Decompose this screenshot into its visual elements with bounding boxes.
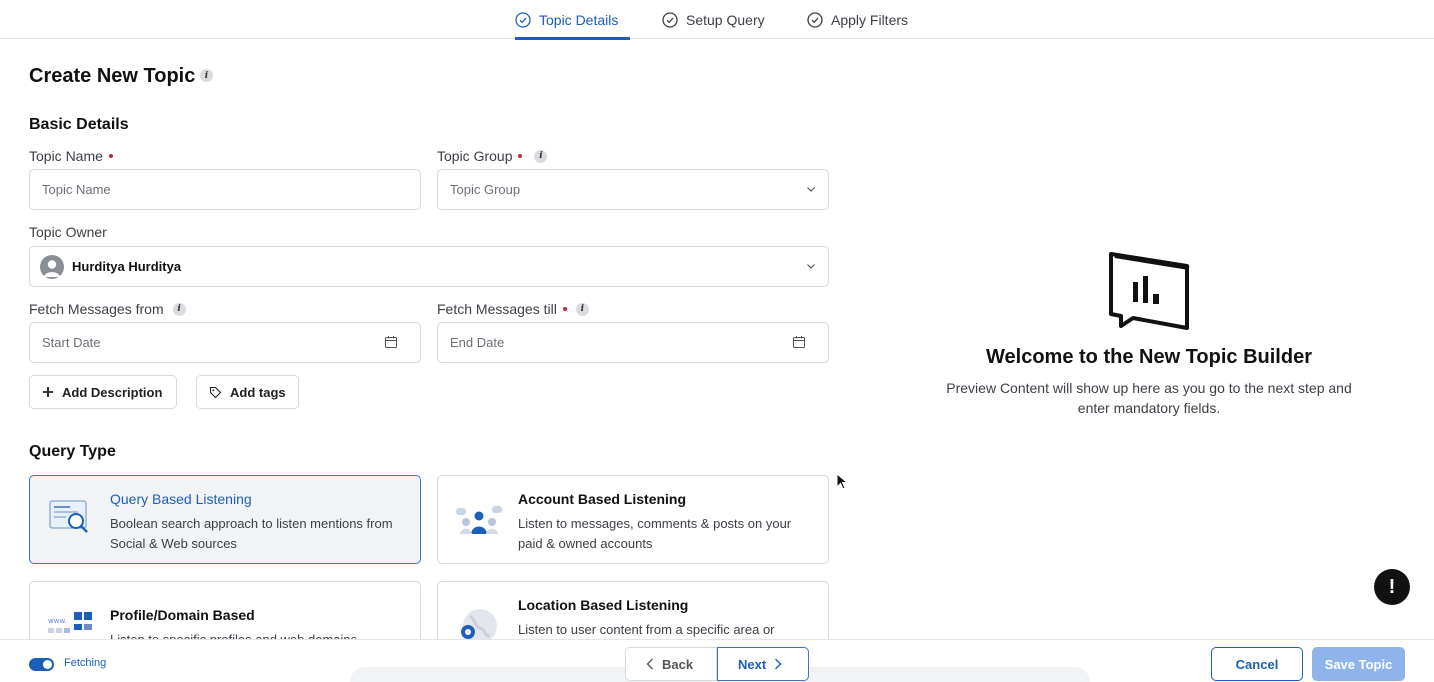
stepper: Topic Details Setup Query Apply Filters (0, 0, 1434, 40)
card-title: Account Based Listening (518, 491, 687, 507)
check-circle-icon (662, 11, 678, 28)
card-title: Location Based Listening (518, 597, 689, 613)
mouse-cursor-icon (836, 473, 848, 490)
web-domain-icon: www. (48, 612, 92, 633)
svg-text:www.: www. (48, 617, 67, 625)
topic-owner-value: Hurditya Hurditya (72, 259, 182, 274)
topic-group-label: Topic Group i (437, 148, 548, 164)
card-description: Listen to specific profiles and web doma… (110, 630, 410, 639)
start-date-placeholder: Start Date (42, 335, 101, 350)
account-based-listening-card[interactable]: Account Based Listening Listen to messag… (437, 475, 829, 564)
check-circle-icon (515, 11, 531, 28)
fetch-till-label: Fetch Messages till i (437, 301, 589, 317)
next-button[interactable]: Next (717, 647, 809, 681)
calendar-icon[interactable] (792, 335, 806, 349)
topic-owner-select[interactable]: Hurditya Hurditya (29, 246, 829, 287)
query-type-title: Query Type (29, 443, 116, 460)
topic-name-input[interactable] (42, 182, 408, 197)
save-topic-button[interactable]: Save Topic (1312, 647, 1405, 681)
required-dot (108, 154, 113, 158)
button-label: Add tags (230, 384, 286, 400)
topic-name-label: Topic Name (29, 148, 113, 164)
button-label: Add Description (62, 384, 163, 400)
step-navigation: Back Next (625, 647, 809, 681)
calendar-icon[interactable] (384, 335, 398, 349)
step-label: Apply Filters (831, 11, 909, 28)
profile-domain-based-card[interactable]: www. Profile/Domain Based Listen to spec… (29, 581, 421, 639)
label-text: Fetch Messages till (437, 301, 557, 317)
chevron-left-icon (646, 658, 653, 670)
accounts-icon (456, 506, 502, 534)
step-setup-query[interactable]: Setup Query (662, 0, 765, 39)
card-description: Listen to user content from a specific a… (518, 622, 775, 637)
label-text: Topic Owner (29, 224, 107, 240)
preview-subtitle: Preview Content will show up here as you… (946, 380, 1352, 416)
add-tags-button[interactable]: Add tags (196, 375, 299, 409)
query-search-icon (49, 500, 88, 533)
tag-icon (209, 386, 222, 398)
add-description-button[interactable]: Add Description (29, 375, 177, 409)
info-icon[interactable]: i (172, 302, 186, 316)
topic-group-placeholder: Topic Group (450, 182, 521, 197)
required-dot (562, 307, 567, 311)
page-title: Create New Topic (29, 65, 196, 87)
card-description: Boolean search approach to listen mentio… (110, 516, 393, 551)
chevron-down-icon (807, 264, 815, 269)
query-based-listening-card[interactable]: Query Based Listening Boolean search app… (29, 475, 421, 564)
user-icon (44, 259, 60, 277)
chart-bubble-icon (1109, 252, 1190, 330)
fetch-from-label: Fetch Messages from i (29, 301, 186, 317)
preview-title: Welcome to the New Topic Builder (986, 346, 1312, 368)
cancel-button[interactable]: Cancel (1211, 647, 1303, 681)
step-topic-details[interactable]: Topic Details (515, 0, 630, 40)
info-icon[interactable]: i (534, 149, 548, 163)
location-based-listening-card[interactable]: Location Based Listening Listen to user … (437, 581, 829, 639)
check-circle-icon (807, 11, 823, 28)
topic-owner-label: Topic Owner (29, 224, 107, 240)
back-button[interactable]: Back (625, 647, 717, 681)
location-globe-icon (461, 609, 497, 639)
end-date-placeholder: End Date (450, 335, 505, 350)
info-icon[interactable]: i (575, 302, 589, 316)
exclamation-icon: ! (1388, 575, 1396, 598)
end-date-field[interactable]: End Date (437, 322, 829, 363)
alert-button[interactable]: ! (1374, 569, 1410, 605)
card-description: Listen to messages, comments & posts on … (518, 516, 792, 551)
card-title: Profile/Domain Based (110, 607, 255, 623)
step-apply-filters[interactable]: Apply Filters (807, 0, 908, 39)
button-label: Next (738, 656, 767, 672)
plus-icon (43, 387, 53, 397)
fetching-toggle[interactable] (29, 658, 54, 671)
topic-name-field[interactable] (29, 169, 421, 210)
fetching-label: Fetching (64, 657, 107, 669)
required-dot (518, 154, 523, 158)
card-title: Query Based Listening (110, 491, 252, 507)
label-text: Topic Name (29, 148, 103, 164)
info-icon[interactable]: i (200, 69, 213, 82)
start-date-field[interactable]: Start Date (29, 322, 421, 363)
chevron-down-icon (807, 187, 815, 192)
step-label: Topic Details (539, 11, 619, 28)
step-label: Setup Query (686, 11, 765, 28)
button-label: Back (662, 656, 694, 672)
footer-bar: Fetching Back Next Cancel Save Topic (0, 639, 1434, 682)
topic-group-select[interactable]: Topic Group (437, 169, 829, 210)
avatar (40, 254, 64, 279)
chevron-right-icon (775, 658, 782, 670)
label-text: Fetch Messages from (29, 301, 164, 317)
label-text: Topic Group (437, 148, 513, 164)
basic-details-title: Basic Details (29, 116, 129, 133)
